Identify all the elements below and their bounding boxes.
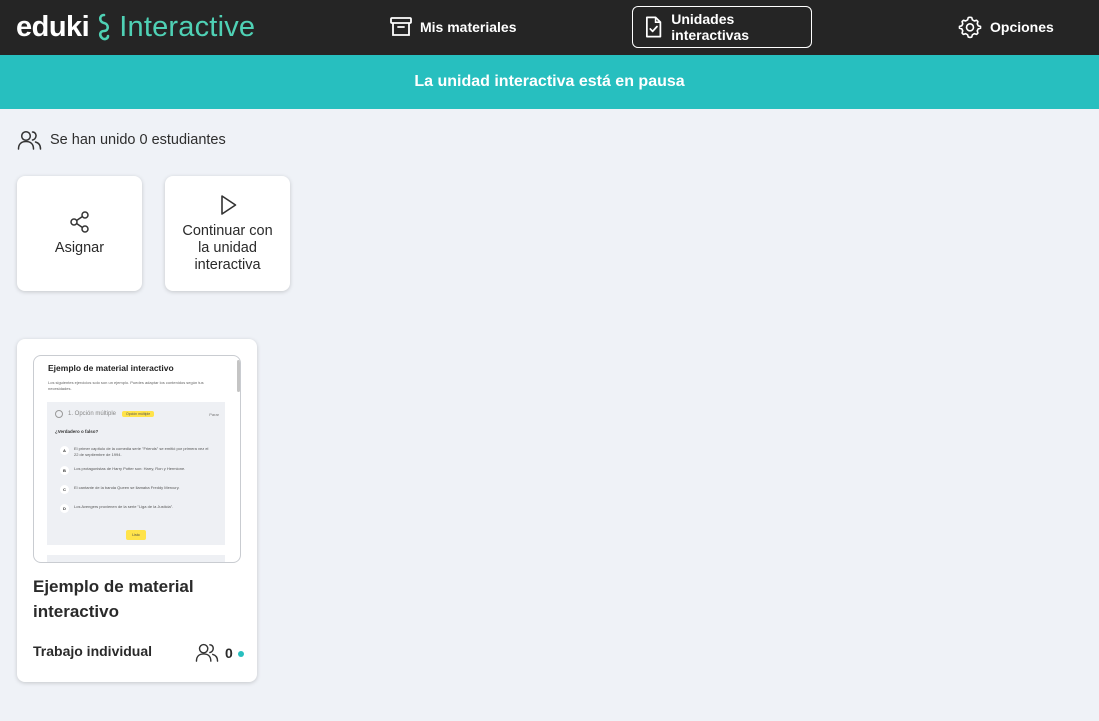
material-participant-count: 0 xyxy=(225,644,233,661)
preview-question-text: ¿Verdadero o falso? xyxy=(55,429,99,434)
preview-option-text: El cantante de la banda Queen se llamaba… xyxy=(74,485,180,490)
brand-name-interactive: Interactive xyxy=(119,10,256,43)
preview-question-block: 1. Opción múltiple Opción múltiple Parar… xyxy=(47,402,225,545)
users-icon xyxy=(195,643,219,662)
users-icon xyxy=(17,130,42,150)
preview-option: C El cantante de la banda Queen se llama… xyxy=(60,485,210,494)
continue-unit-label: Continuar con la unidad interactiva xyxy=(182,223,273,273)
assign-button[interactable]: Asignar xyxy=(17,176,142,291)
preview-option-letter: C xyxy=(60,485,69,494)
preview-option: A El primer capítulo de la comedia serie… xyxy=(60,446,210,457)
status-dot xyxy=(237,650,244,657)
assign-button-label: Asignar xyxy=(54,240,105,256)
play-icon xyxy=(220,195,236,215)
nav-options[interactable]: Opciones xyxy=(957,6,1054,48)
preview-option-letter: D xyxy=(60,504,69,513)
brand-logo[interactable]: eduki Interactive xyxy=(16,10,255,44)
nav-interactive-units[interactable]: Unidades interactivas xyxy=(632,6,812,48)
preview-option-text: Los Avengers provienen de la serie "Liga… xyxy=(74,504,174,509)
nav-options-label: Opciones xyxy=(990,19,1054,35)
brand-mark-icon xyxy=(99,13,110,41)
students-joined-indicator: Se han unido 0 estudiantes xyxy=(17,128,226,152)
nav-my-materials[interactable]: Mis materiales xyxy=(389,6,517,48)
preview-subtitle: Los siguientes ejercicios solo son un ej… xyxy=(48,380,204,391)
preview-scrollbar xyxy=(237,360,240,392)
material-title[interactable]: Ejemplo de material interactivo xyxy=(33,574,233,624)
preview-option-letter: A xyxy=(60,446,69,455)
preview-question-tag: Opción múltiple xyxy=(122,411,155,417)
preview-next-block xyxy=(47,555,225,562)
paused-status-text: La unidad interactiva está en pausa xyxy=(414,73,685,90)
preview-title: Ejemplo de material interactivo xyxy=(48,363,174,373)
brand-name-eduki: eduki xyxy=(16,10,90,43)
material-card[interactable]: Ejemplo de material interactivo Los sigu… xyxy=(17,339,257,682)
material-participants: 0 xyxy=(195,641,244,664)
preview-option-letter: B xyxy=(60,466,69,475)
top-navigation-bar: eduki Interactive Mis materiales Unidade… xyxy=(0,0,1099,55)
preview-question-header-text: 1. Opción múltiple xyxy=(68,411,117,417)
students-joined-text: Se han unido 0 estudiantes xyxy=(50,132,226,148)
material-work-mode: Trabajo individual xyxy=(33,643,153,659)
preview-option: B Los protagonistas de Harry Potter son:… xyxy=(60,466,210,475)
preview-option-text: El primer capítulo de la comedia serie "… xyxy=(74,446,209,457)
preview-question-header: 1. Opción múltiple Opción múltiple xyxy=(55,410,155,418)
check-circle-icon xyxy=(55,410,63,418)
document-check-icon xyxy=(645,16,662,38)
preview-show-toggle: Parar xyxy=(209,412,219,417)
gear-icon xyxy=(958,16,982,39)
preview-option: D Los Avengers provienen de la serie "Li… xyxy=(60,504,210,513)
continue-unit-button[interactable]: Continuar con la unidad interactiva xyxy=(165,176,290,291)
material-preview-thumbnail[interactable]: Ejemplo de material interactivo Los sigu… xyxy=(33,355,241,563)
preview-option-text: Los protagonistas de Harry Potter son: H… xyxy=(74,466,186,471)
nav-my-materials-label: Mis materiales xyxy=(420,19,517,35)
preview-submit-button: Listo xyxy=(126,530,146,540)
share-icon xyxy=(69,211,89,233)
nav-interactive-units-label: Unidades interactivas xyxy=(671,11,750,43)
paused-status-banner: La unidad interactiva está en pausa xyxy=(0,55,1099,109)
archive-box-icon xyxy=(390,17,412,36)
